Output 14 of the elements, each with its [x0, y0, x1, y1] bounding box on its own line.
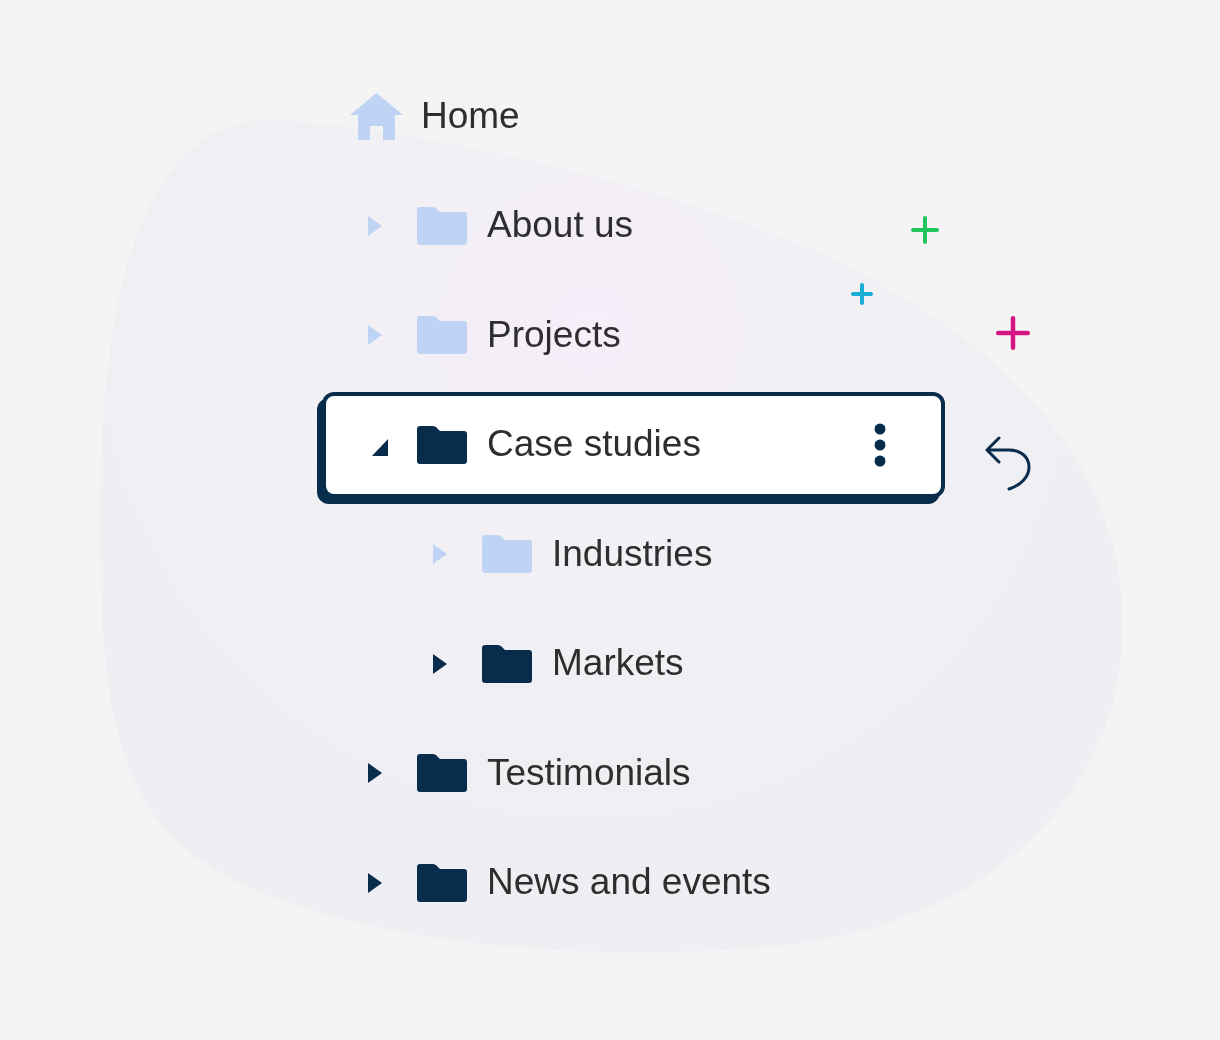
caret-icon[interactable]	[433, 653, 447, 674]
undo-icon[interactable]	[985, 435, 1031, 491]
tree-item-label[interactable]: Testimonials	[487, 750, 691, 796]
tree-item-label[interactable]: Case studies	[487, 422, 701, 467]
tree-item-label[interactable]: About us	[487, 203, 634, 248]
more-options-icon[interactable]	[874, 422, 886, 467]
tree-item-label[interactable]: Home	[421, 93, 520, 139]
tree-item-label[interactable]: Industries	[552, 531, 713, 577]
caret-icon[interactable]	[372, 439, 388, 456]
tree-item-label[interactable]: Projects	[487, 312, 621, 358]
caret-icon[interactable]	[368, 872, 382, 893]
tree-item-label[interactable]: News and events	[487, 860, 771, 905]
caret-icon[interactable]	[368, 763, 382, 783]
tree-item-label[interactable]: Markets	[552, 641, 684, 686]
